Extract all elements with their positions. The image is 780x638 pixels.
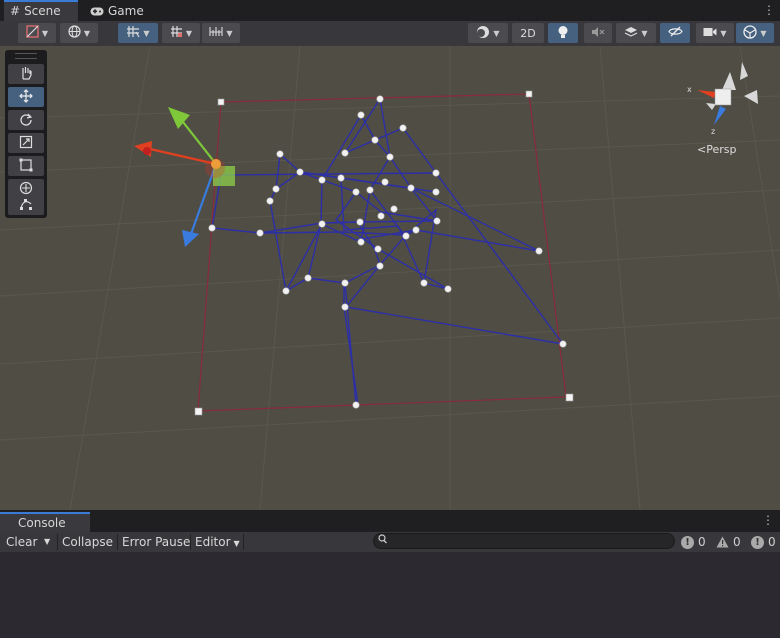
ground-grid bbox=[0, 46, 780, 510]
increment-snap-dropdown[interactable]: ▼ bbox=[162, 23, 200, 43]
clear-options-chevron-icon[interactable]: ▼ bbox=[44, 532, 50, 552]
audio-toggle[interactable] bbox=[584, 23, 612, 43]
error-pause-button[interactable]: Error Pause bbox=[122, 532, 190, 552]
warning-icon bbox=[716, 536, 729, 549]
console-more-options-icon[interactable]: ⋮ bbox=[762, 513, 774, 527]
chevron-down-icon: ▼ bbox=[720, 28, 727, 38]
move-gizmo[interactable] bbox=[134, 107, 235, 247]
lightbulb-icon bbox=[557, 25, 569, 42]
tab-scene[interactable]: # Scene bbox=[4, 0, 78, 21]
camera-projection-label[interactable]: <Persp bbox=[697, 143, 736, 156]
gamepad-icon bbox=[90, 2, 104, 21]
gizmos-dropdown[interactable]: ▼ bbox=[736, 23, 774, 43]
toolbar-divider bbox=[190, 534, 191, 550]
chevron-down-icon: ▼ bbox=[226, 28, 233, 38]
render-mode-dropdown[interactable]: ▼ bbox=[468, 23, 508, 43]
move-arrows-icon bbox=[19, 89, 33, 105]
console-log-area[interactable] bbox=[0, 552, 780, 638]
wire-lines bbox=[211, 98, 564, 406]
sphere-icon bbox=[476, 25, 490, 42]
camera-icon bbox=[703, 27, 717, 40]
globe-icon bbox=[68, 25, 81, 41]
scene-canvas[interactable] bbox=[0, 46, 780, 510]
tab-game-label: Game bbox=[108, 4, 144, 18]
tab-console[interactable]: Console bbox=[0, 512, 90, 532]
chevron-down-icon: ▼ bbox=[233, 539, 240, 548]
camera-settings-dropdown[interactable]: ▼ bbox=[696, 23, 734, 43]
scale-tool[interactable] bbox=[8, 133, 44, 153]
collapse-button[interactable]: Collapse bbox=[62, 532, 113, 552]
chevron-down-icon: ▼ bbox=[185, 28, 193, 38]
console-tab-bar bbox=[0, 510, 780, 532]
shaded-mode-icon bbox=[26, 25, 39, 41]
info-count: 0 bbox=[698, 535, 706, 549]
axis-x-label: x bbox=[687, 85, 692, 94]
axis-z-label: z bbox=[711, 127, 716, 136]
effects-dropdown[interactable]: ▼ bbox=[616, 23, 656, 43]
toolbar-divider bbox=[57, 534, 58, 550]
rotate-tool[interactable] bbox=[8, 110, 44, 130]
scale-icon bbox=[19, 135, 33, 151]
frame-outline bbox=[197, 93, 567, 412]
search-icon bbox=[378, 534, 387, 547]
speaker-muted-icon bbox=[591, 26, 605, 41]
move-tool[interactable] bbox=[8, 87, 44, 107]
chevron-down-icon: ▼ bbox=[143, 28, 150, 38]
more-options-icon[interactable]: ⋮ bbox=[763, 3, 775, 17]
layers-icon bbox=[624, 26, 638, 41]
error-count: 0 bbox=[768, 535, 776, 549]
tab-scene-label: Scene bbox=[24, 4, 61, 18]
palette-grip-icon[interactable] bbox=[15, 53, 37, 59]
warning-count: 0 bbox=[733, 535, 741, 549]
rotate-icon bbox=[19, 112, 33, 128]
error-icon: ! bbox=[751, 535, 764, 549]
console-search-input[interactable] bbox=[373, 533, 675, 549]
rect-transform-icon bbox=[19, 158, 33, 174]
info-icon: ! bbox=[681, 535, 694, 549]
ruler-icon bbox=[209, 26, 223, 40]
hand-icon bbox=[19, 66, 33, 82]
tab-game[interactable]: Game bbox=[84, 2, 154, 21]
rect-tool[interactable] bbox=[8, 156, 44, 176]
gizmo-sphere-icon bbox=[743, 24, 758, 42]
global-local-dropdown[interactable]: ▼ bbox=[60, 23, 98, 43]
chevron-down-icon: ▼ bbox=[760, 28, 767, 38]
grid-icon: # bbox=[10, 4, 21, 18]
hand-tool[interactable] bbox=[8, 64, 44, 84]
spline-tool-icon bbox=[19, 197, 33, 213]
projection-chevron-icon: < bbox=[697, 143, 707, 156]
scene-toolbar: ▼ ▼ ▼ ▼ ▼ ▼ 2D ▼ ▼ ▼ bbox=[0, 21, 780, 47]
toggle-2d-label: 2D bbox=[520, 26, 536, 40]
tab-console-label: Console bbox=[18, 516, 66, 530]
camera-projection-text: Persp bbox=[706, 143, 737, 156]
scene-visibility-toggle[interactable] bbox=[660, 23, 690, 43]
chevron-down-icon: ▼ bbox=[641, 28, 648, 38]
error-count-toggle[interactable]: ! 0 bbox=[751, 533, 776, 551]
toggle-2d-button[interactable]: 2D bbox=[512, 23, 544, 43]
editor-dropdown[interactable]: Editor ▼ bbox=[195, 532, 240, 552]
lighting-toggle[interactable] bbox=[548, 23, 578, 43]
chevron-down-icon: ▼ bbox=[493, 28, 500, 38]
draw-mode-dropdown[interactable]: ▼ bbox=[18, 23, 56, 43]
chevron-down-icon: ▼ bbox=[83, 28, 91, 38]
scene-viewport[interactable]: x z bbox=[0, 46, 780, 510]
toolbar-divider bbox=[243, 534, 244, 550]
custom-editor-tool[interactable] bbox=[8, 195, 44, 215]
toolbar-divider bbox=[117, 534, 118, 550]
editor-dropdown-label: Editor bbox=[195, 535, 231, 549]
ruler-dropdown[interactable]: ▼ bbox=[202, 23, 240, 43]
grid-icon bbox=[170, 25, 183, 41]
eye-slash-icon bbox=[667, 26, 683, 40]
tools-palette bbox=[5, 50, 47, 218]
info-count-toggle[interactable]: ! 0 bbox=[681, 533, 706, 551]
grid-snapping-dropdown[interactable]: ▼ bbox=[118, 23, 158, 43]
snap-grid-icon bbox=[126, 25, 140, 41]
warning-count-toggle[interactable]: 0 bbox=[716, 533, 741, 551]
clear-button[interactable]: Clear bbox=[6, 532, 37, 552]
chevron-down-icon: ▼ bbox=[41, 28, 49, 38]
orientation-gizmo[interactable] bbox=[697, 62, 758, 125]
